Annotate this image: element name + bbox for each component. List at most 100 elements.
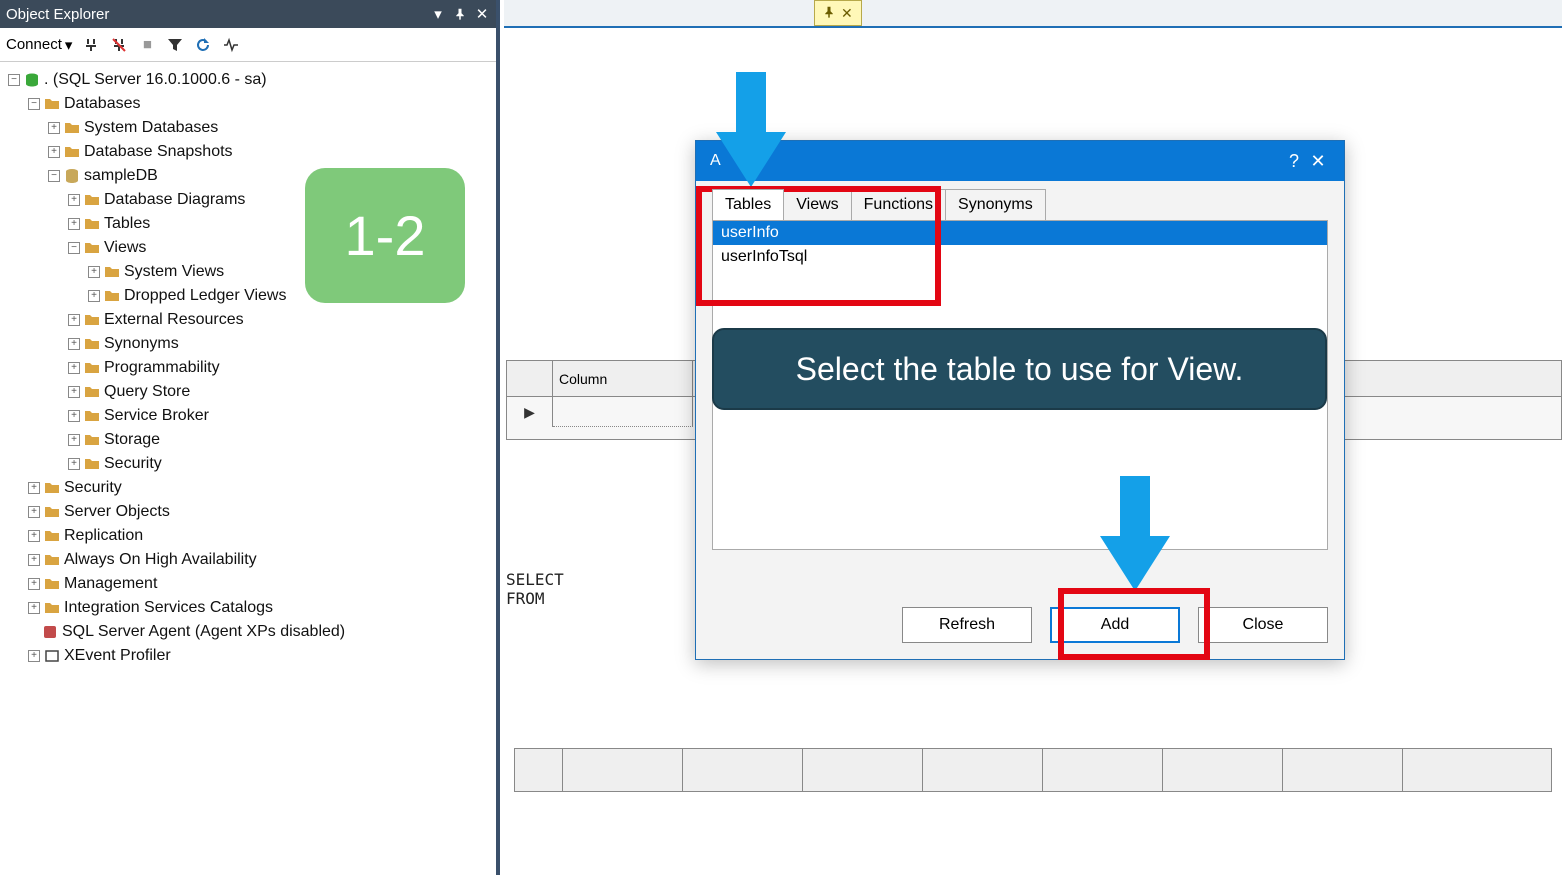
tab-synonyms[interactable]: Synonyms — [945, 189, 1046, 220]
folder-icon — [64, 120, 80, 136]
tree-label: Server Objects — [64, 500, 170, 524]
tree-label: Always On High Availability — [64, 548, 257, 572]
tree-database-snapshots[interactable]: + Database Snapshots — [4, 140, 492, 164]
folder-icon — [104, 264, 120, 280]
help-icon[interactable]: ? — [1282, 151, 1306, 172]
tree-storage[interactable]: + Storage — [4, 428, 492, 452]
object-explorer-toolbar: Connect ▾ ■ — [0, 28, 496, 62]
expand-icon[interactable]: + — [68, 458, 80, 470]
xevent-icon — [44, 648, 60, 664]
list-item[interactable]: userInfo — [713, 221, 1327, 245]
close-icon[interactable]: ✕ — [474, 6, 490, 22]
tree-security-db[interactable]: + Security — [4, 452, 492, 476]
database-icon — [64, 168, 80, 184]
refresh-icon[interactable] — [194, 36, 212, 54]
pin-icon[interactable] — [452, 6, 468, 22]
expand-icon[interactable]: + — [28, 578, 40, 590]
tab-functions[interactable]: Functions — [851, 189, 946, 220]
expand-icon[interactable]: + — [68, 386, 80, 398]
list-item[interactable]: userInfoTsql — [713, 245, 1327, 269]
expand-icon[interactable]: + — [88, 266, 100, 278]
expand-icon[interactable]: + — [68, 434, 80, 446]
expand-icon[interactable]: + — [68, 218, 80, 230]
close-icon[interactable]: ✕ — [1306, 151, 1330, 172]
connect-menu[interactable]: Connect ▾ — [6, 36, 72, 54]
tree-programmability[interactable]: + Programmability — [4, 356, 492, 380]
collapse-icon[interactable]: − — [28, 98, 40, 110]
tree-system-databases[interactable]: + System Databases — [4, 116, 492, 140]
tree-server-objects[interactable]: + Server Objects — [4, 500, 492, 524]
tree-label: Security — [104, 452, 162, 476]
tree-label: . (SQL Server 16.0.1000.6 - sa) — [44, 68, 267, 92]
dropdown-icon[interactable]: ▾ — [430, 6, 446, 22]
expand-icon[interactable]: + — [28, 602, 40, 614]
object-explorer-panel: Object Explorer ▾ ✕ Connect ▾ ■ − — [0, 0, 500, 875]
expand-icon[interactable]: + — [68, 194, 80, 206]
tree-label: Database Snapshots — [84, 140, 233, 164]
row-selector-icon[interactable]: ▶ — [507, 397, 553, 427]
expand-icon[interactable]: + — [48, 146, 60, 158]
stop-icon[interactable]: ■ — [138, 36, 156, 54]
expand-icon[interactable]: + — [88, 290, 100, 302]
tree-label: Integration Services Catalogs — [64, 596, 273, 620]
tab-views[interactable]: Views — [783, 189, 851, 220]
close-icon[interactable]: ✕ — [841, 5, 853, 22]
expand-icon[interactable]: + — [28, 530, 40, 542]
connect-icon[interactable] — [82, 36, 100, 54]
collapse-icon[interactable]: − — [68, 242, 80, 254]
folder-icon — [84, 432, 100, 448]
folder-icon — [84, 192, 100, 208]
folder-icon — [104, 288, 120, 304]
expand-icon[interactable]: + — [28, 554, 40, 566]
add-button[interactable]: Add — [1050, 607, 1180, 643]
annotation-callout-text: Select the table to use for View. — [796, 351, 1244, 388]
tree-security[interactable]: + Security — [4, 476, 492, 500]
tree-databases[interactable]: − Databases — [4, 92, 492, 116]
tree[interactable]: − . (SQL Server 16.0.1000.6 - sa) − Data… — [0, 62, 496, 674]
folder-icon — [64, 144, 80, 160]
tree-xevent[interactable]: + XEvent Profiler — [4, 644, 492, 668]
panel-titlebar: Object Explorer ▾ ✕ — [0, 0, 496, 28]
tree-label: Service Broker — [104, 404, 209, 428]
expand-icon[interactable]: + — [28, 650, 40, 662]
expand-icon[interactable]: + — [68, 362, 80, 374]
tree-server[interactable]: − . (SQL Server 16.0.1000.6 - sa) — [4, 68, 492, 92]
expand-icon[interactable]: + — [68, 410, 80, 422]
tree-synonyms[interactable]: + Synonyms — [4, 332, 492, 356]
expand-icon[interactable]: + — [68, 314, 80, 326]
expand-icon[interactable]: + — [28, 482, 40, 494]
folder-icon — [44, 600, 60, 616]
tab-tables[interactable]: Tables — [712, 189, 784, 220]
refresh-button[interactable]: Refresh — [902, 607, 1032, 643]
folder-icon — [44, 552, 60, 568]
close-button[interactable]: Close — [1198, 607, 1328, 643]
folder-icon — [84, 216, 100, 232]
tree-always-on[interactable]: + Always On High Availability — [4, 548, 492, 572]
tree-label: Query Store — [104, 380, 190, 404]
expand-icon[interactable]: + — [28, 506, 40, 518]
grid-cell[interactable] — [553, 397, 693, 427]
results-grid[interactable] — [514, 748, 1552, 792]
sql-pane[interactable]: SELECT FROM — [506, 570, 564, 608]
tree-service-broker[interactable]: + Service Broker — [4, 404, 492, 428]
tree-label: Tables — [104, 212, 150, 236]
collapse-icon[interactable]: − — [8, 74, 20, 86]
folder-icon — [44, 480, 60, 496]
activity-icon[interactable] — [222, 36, 240, 54]
folder-icon — [84, 360, 100, 376]
tree-agent[interactable]: SQL Server Agent (Agent XPs disabled) — [4, 620, 492, 644]
tree-external-resources[interactable]: + External Resources — [4, 308, 492, 332]
expand-icon[interactable]: + — [48, 122, 60, 134]
filter-icon[interactable] — [166, 36, 184, 54]
pin-icon[interactable] — [823, 5, 835, 21]
column-header: Column — [553, 361, 693, 396]
agent-icon — [42, 624, 58, 640]
folder-icon — [84, 312, 100, 328]
tree-query-store[interactable]: + Query Store — [4, 380, 492, 404]
expand-icon[interactable]: + — [68, 338, 80, 350]
tree-management[interactable]: + Management — [4, 572, 492, 596]
disconnect-icon[interactable] — [110, 36, 128, 54]
tree-isc[interactable]: + Integration Services Catalogs — [4, 596, 492, 620]
collapse-icon[interactable]: − — [48, 170, 60, 182]
tree-replication[interactable]: + Replication — [4, 524, 492, 548]
